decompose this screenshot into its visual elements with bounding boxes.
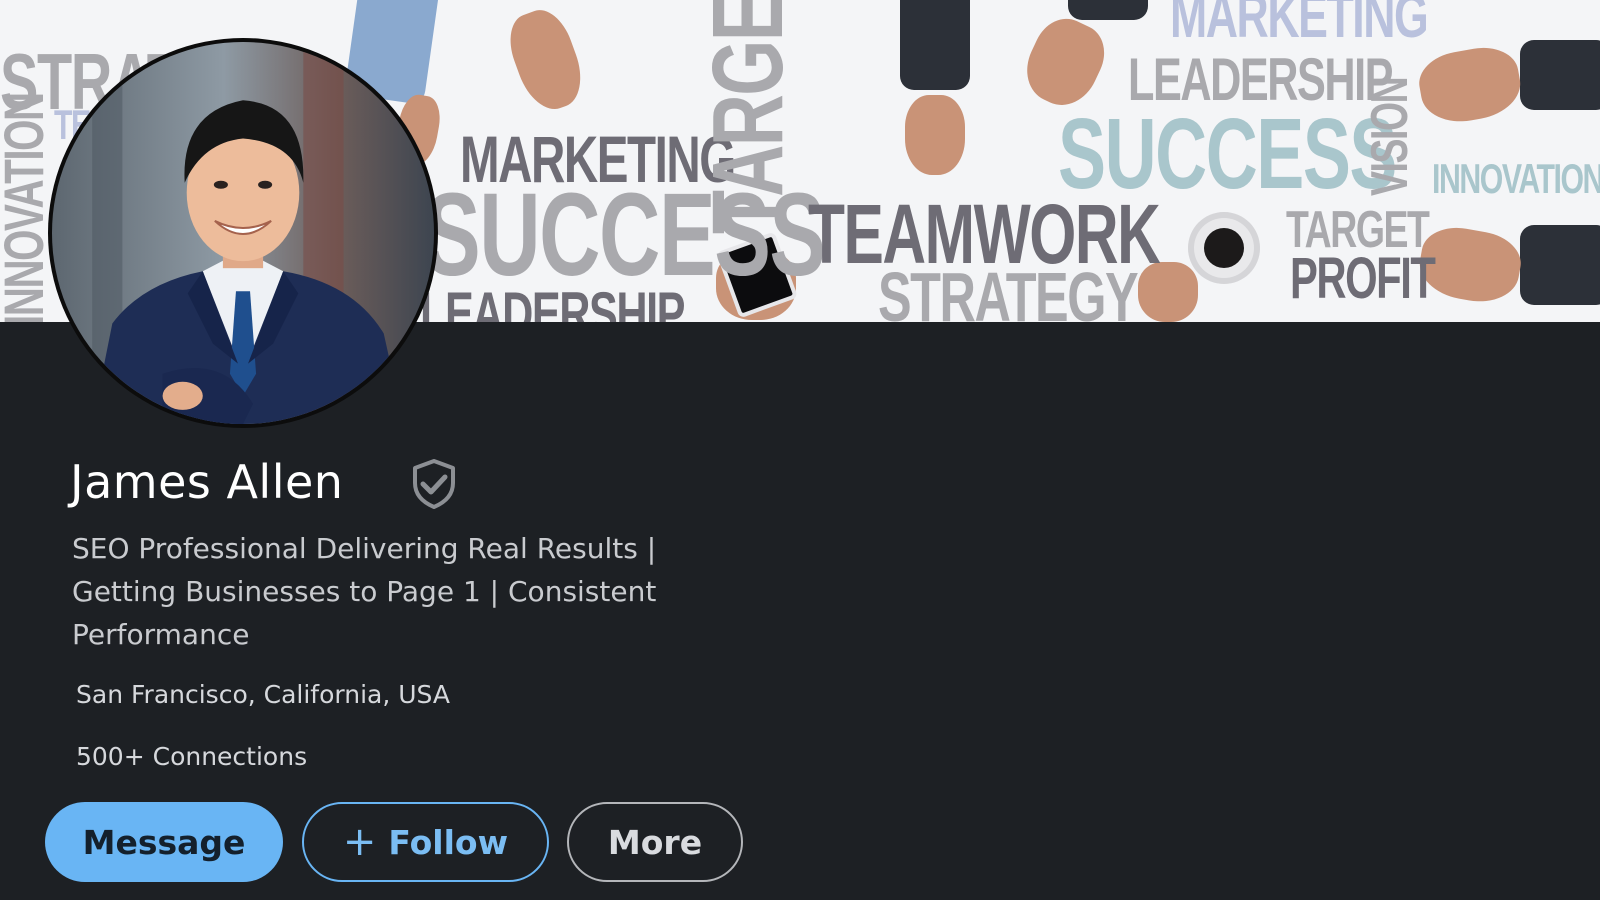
follow-button-label: Follow — [388, 822, 509, 862]
profile-headline: SEO Professional Delivering Real Results… — [72, 532, 657, 651]
sleeve-decoration — [1520, 40, 1600, 110]
cover-word: STRATEGY — [878, 258, 1139, 322]
cover-word: LEADERSHIP — [420, 280, 685, 323]
plus-icon: + — [342, 819, 377, 865]
hand-decoration — [905, 95, 965, 175]
cover-word: PROFIT — [1290, 246, 1436, 311]
sleeve-decoration — [900, 0, 970, 90]
profile-location: San Francisco, California, USA — [76, 680, 450, 709]
more-button[interactable]: More — [567, 802, 743, 882]
coffee-cup-decoration — [1188, 212, 1260, 284]
more-button-label: More — [607, 822, 703, 862]
hand-decoration — [500, 2, 592, 118]
hand-decoration — [1414, 41, 1526, 129]
profile-avatar[interactable] — [52, 42, 434, 424]
shield-check-icon[interactable] — [410, 458, 458, 510]
cover-word: INNOVATION — [1432, 155, 1600, 202]
sleeve-decoration — [1068, 0, 1148, 20]
sleeve-decoration — [1520, 225, 1600, 305]
cover-word: VISION — [1361, 77, 1419, 196]
avatar-photo — [52, 42, 434, 424]
cover-word: SUCCESS — [1058, 98, 1397, 210]
cover-word: INNOVATION — [0, 93, 55, 322]
cover-word: MARKETING — [1170, 0, 1429, 51]
profile-name: James Allen — [70, 455, 344, 509]
message-button[interactable]: Message — [45, 802, 283, 882]
cover-word: TARGET — [692, 0, 804, 234]
connections-count[interactable]: 500+ Connections — [76, 742, 307, 771]
follow-button[interactable]: + Follow — [302, 802, 549, 882]
message-button-label: Message — [82, 822, 246, 862]
